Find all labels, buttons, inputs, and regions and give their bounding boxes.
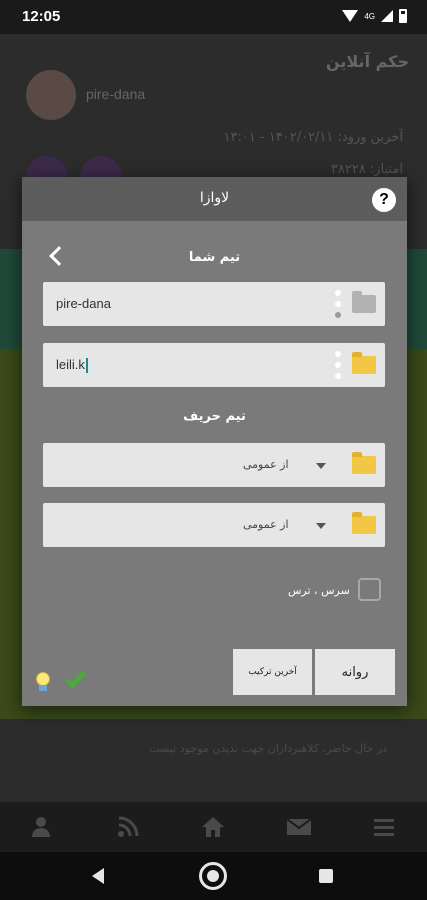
- dialog-header: لاوازا ?: [22, 177, 407, 221]
- bottom-nav: [0, 802, 427, 852]
- rss-icon[interactable]: [115, 816, 141, 838]
- player1-value: pire-dana: [56, 296, 111, 311]
- help-icon[interactable]: ?: [372, 188, 396, 212]
- folder-icon[interactable]: [352, 352, 376, 374]
- status-time: 12:05: [22, 8, 61, 25]
- your-team-title: تیم شما: [188, 250, 241, 265]
- folder-icon[interactable]: [352, 452, 376, 474]
- signal-icon: [381, 10, 393, 22]
- player2-value: leili.k: [56, 357, 88, 374]
- dialog-title: لاوازا: [199, 190, 230, 206]
- your-team-player2-field[interactable]: leili.k: [43, 343, 385, 387]
- lightbulb-icon[interactable]: [36, 672, 50, 692]
- last-combination-button[interactable]: آخرین ترکیب: [233, 649, 312, 695]
- last-login-text: آخرین ورود: ۱۴۰۲/۰۲/۱۱ - ۱۳:۰۱: [223, 130, 403, 145]
- opponent-player2-value: از عمومی: [243, 518, 289, 531]
- network-type-label: 4G: [364, 11, 375, 21]
- opponent-team-title: تیم حریف: [183, 409, 246, 424]
- menu-icon: [374, 819, 395, 836]
- home-button-icon[interactable]: [199, 862, 227, 890]
- player2-text: leili.k: [56, 357, 85, 372]
- status-bar: 12:05 4G: [0, 0, 427, 34]
- user-icon[interactable]: [30, 816, 56, 838]
- points-text: امتیاز: ۳۸۲۲۸: [330, 162, 403, 177]
- status-icons: 4G: [342, 9, 407, 23]
- checkmark-icon[interactable]: [65, 667, 87, 689]
- opponent-player1-select[interactable]: از عمومی: [43, 443, 385, 487]
- back-icon[interactable]: [92, 868, 104, 884]
- mail-icon[interactable]: [286, 816, 312, 838]
- team-select-dialog: لاوازا ? تیم شما pire-dana leili.k تیم ح…: [22, 177, 407, 706]
- send-button[interactable]: روانه: [315, 649, 395, 695]
- profile-username: pire-dana: [86, 86, 146, 102]
- home-icon[interactable]: [200, 816, 226, 838]
- avatar: [26, 70, 76, 120]
- more-options-icon[interactable]: [335, 290, 341, 318]
- checkbox-label: سرس ، ترس: [288, 584, 350, 597]
- app-title: حکم آنلاین: [326, 52, 409, 71]
- wifi-icon: [342, 10, 359, 22]
- home-icon: [202, 817, 225, 837]
- system-nav-bar: [0, 852, 427, 900]
- chevron-down-icon: [316, 463, 326, 469]
- folder-icon[interactable]: [352, 512, 376, 534]
- mail-icon: [286, 818, 312, 835]
- folder-icon[interactable]: [352, 291, 376, 313]
- background-note: در حال حاضر، کلاهبرداران جهت ندیدن موجود…: [149, 742, 387, 755]
- text-cursor: [85, 358, 88, 374]
- menu-icon[interactable]: [371, 816, 397, 838]
- your-team-player1-field[interactable]: pire-dana: [43, 282, 385, 326]
- battery-icon: [399, 9, 407, 23]
- more-options-icon[interactable]: [335, 351, 341, 379]
- option-checkbox[interactable]: [358, 578, 381, 601]
- opponent-player2-select[interactable]: از عمومی: [43, 503, 385, 547]
- chevron-down-icon: [316, 523, 326, 529]
- recents-icon[interactable]: [319, 869, 333, 883]
- user-icon: [31, 817, 50, 837]
- opponent-player1-value: از عمومی: [243, 458, 289, 471]
- rss-icon: [118, 816, 139, 837]
